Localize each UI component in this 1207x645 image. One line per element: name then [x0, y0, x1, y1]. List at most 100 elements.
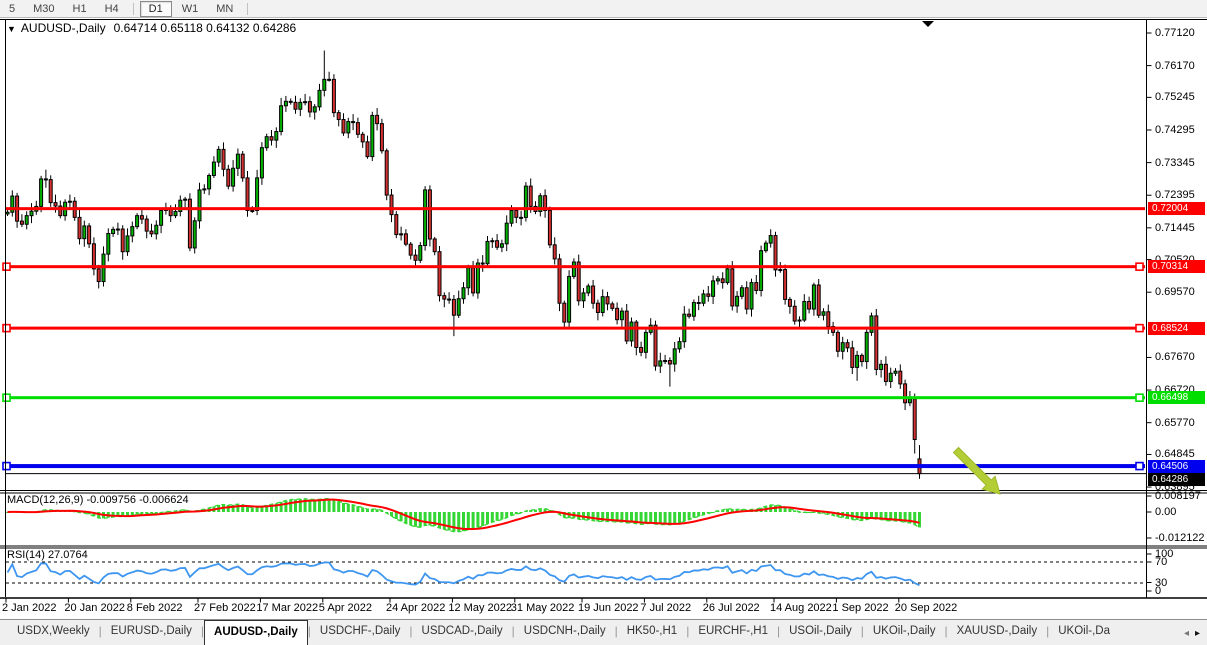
candle-body	[736, 296, 739, 306]
candle-body	[6, 212, 9, 214]
candle-body	[251, 211, 254, 212]
candle-body	[140, 216, 143, 219]
candle-body	[68, 201, 71, 202]
candle-body	[40, 179, 43, 206]
candles-layer[interactable]	[6, 51, 921, 479]
candle-body	[827, 312, 830, 327]
chart-tab-usdchf-daily[interactable]: USDCHF-,Daily	[311, 620, 410, 645]
price-chart-canvas[interactable]	[0, 0, 1207, 645]
candle-body	[673, 349, 676, 364]
time-axis-label: 5 Apr 2022	[319, 602, 372, 614]
line-handle[interactable]	[3, 325, 10, 332]
macd-histogram-bar	[860, 512, 863, 520]
candle-body	[803, 301, 806, 320]
macd-histogram-bar	[515, 512, 518, 514]
candle-body	[419, 246, 422, 261]
down-arrow-annotation[interactable]	[954, 448, 1001, 495]
chart-tab-usdx-weekly[interactable]: USDX,Weekly	[8, 620, 99, 645]
chart-tab-eurusd-daily[interactable]: EURUSD-,Daily	[102, 620, 201, 645]
candle-body	[692, 303, 695, 317]
time-axis-label: 20 Jan 2022	[64, 602, 125, 614]
macd-histogram-bar	[649, 512, 652, 523]
chart-shift-marker[interactable]	[922, 21, 934, 27]
candle-body	[198, 190, 201, 221]
chart-tab-hk50-h1[interactable]: HK50-,H1	[618, 620, 687, 645]
candle-body	[587, 286, 590, 293]
candle-body	[131, 227, 134, 236]
candle-body	[428, 190, 431, 239]
candle-body	[707, 294, 710, 296]
horizontal-line[interactable]	[6, 265, 1145, 268]
line-handle[interactable]	[1136, 394, 1143, 401]
line-handle[interactable]	[3, 263, 10, 270]
candle-body	[616, 308, 619, 319]
macd-histogram-bar	[688, 512, 691, 520]
candle-body	[184, 199, 187, 200]
candle-body	[222, 149, 225, 169]
rsi-axis-label: 0	[1155, 585, 1161, 598]
chart-tab-audusd-daily[interactable]: AUDUSD-,Daily	[204, 620, 308, 645]
candle-body	[256, 178, 259, 211]
candle-body	[716, 279, 719, 281]
chart-tabs: USDX,Weekly|EURUSD-,Daily|AUDUSD-,Daily|…	[0, 620, 1207, 645]
horizontal-line[interactable]	[6, 207, 1145, 210]
candle-body	[88, 226, 91, 244]
line-handle[interactable]	[3, 394, 10, 401]
candle-body	[841, 343, 844, 352]
line-handle[interactable]	[1136, 263, 1143, 270]
chart-tab-xauusd-daily[interactable]: XAUUSD-,Daily	[948, 620, 1047, 645]
price-axis-label: 0.65770	[1155, 417, 1195, 430]
line-handle[interactable]	[1136, 463, 1143, 470]
candle-body	[798, 320, 801, 321]
chart-tab-eurchf-h1[interactable]: EURCHF-,H1	[689, 620, 777, 645]
candle-body	[361, 134, 364, 142]
candle-body	[668, 361, 671, 364]
candle-body	[496, 241, 499, 248]
candle-body	[904, 384, 907, 403]
candle-body	[884, 364, 887, 381]
macd-histogram-bar	[342, 503, 345, 512]
horizontal-line[interactable]	[6, 396, 1145, 399]
chart-tab-usoil-daily[interactable]: USOil-,Daily	[780, 620, 861, 645]
candle-body	[328, 79, 331, 80]
tab-scroll-left-icon[interactable]: ◂	[1184, 628, 1189, 639]
rsi-panel[interactable]	[6, 562, 1147, 585]
candle-body	[404, 234, 407, 244]
candle-body	[491, 241, 494, 242]
candle-body	[784, 270, 787, 300]
chart-tab-usdcad-daily[interactable]: USDCAD-,Daily	[413, 620, 512, 645]
candle-body	[92, 244, 95, 269]
price-axis-label: 0.69570	[1155, 286, 1195, 299]
candle-body	[630, 322, 633, 341]
hline-price-flag: 0.72004	[1148, 202, 1205, 215]
chart-tab-bar: USDX,Weekly|EURUSD-,Daily|AUDUSD-,Daily|…	[0, 619, 1207, 645]
time-axis-label: 8 Feb 2022	[127, 602, 183, 614]
chart-dropdown-icon[interactable]: ▼	[7, 24, 16, 34]
candle-body	[755, 283, 758, 291]
chart-tab-ukoil-da[interactable]: UKOil-,Da	[1049, 620, 1119, 645]
horizontal-line[interactable]	[6, 327, 1145, 330]
candle-body	[150, 231, 153, 234]
macd-axis-label: 0.008197	[1155, 490, 1201, 503]
hline-price-flag: 0.68524	[1148, 322, 1205, 335]
candle-body	[726, 269, 729, 283]
chart-tab-usdcnh-daily[interactable]: USDCNH-,Daily	[515, 620, 615, 645]
candle-body	[688, 314, 691, 316]
candle-body	[697, 303, 700, 304]
candle-body	[188, 199, 191, 248]
candle-body	[817, 285, 820, 315]
price-axis[interactable]: 0.771200.761700.752450.742950.733450.723…	[1147, 17, 1207, 602]
line-handle[interactable]	[3, 463, 10, 470]
tab-scroll-right-icon[interactable]: ▸	[1195, 628, 1200, 639]
time-axis[interactable]: 2 Jan 202220 Jan 20228 Feb 202227 Feb 20…	[0, 601, 1146, 616]
macd-histogram-bar	[918, 512, 921, 527]
candle-body	[424, 190, 427, 246]
candle-body	[395, 215, 398, 235]
chart-ohlc-values: 0.64714 0.65118 0.64132 0.64286	[114, 21, 297, 35]
line-handle[interactable]	[1136, 325, 1143, 332]
candle-body	[856, 355, 859, 367]
chart-tab-ukoil-daily[interactable]: UKOil-,Daily	[864, 620, 945, 645]
candle-body	[107, 234, 110, 255]
candle-body	[500, 244, 503, 247]
candle-body	[299, 102, 302, 109]
